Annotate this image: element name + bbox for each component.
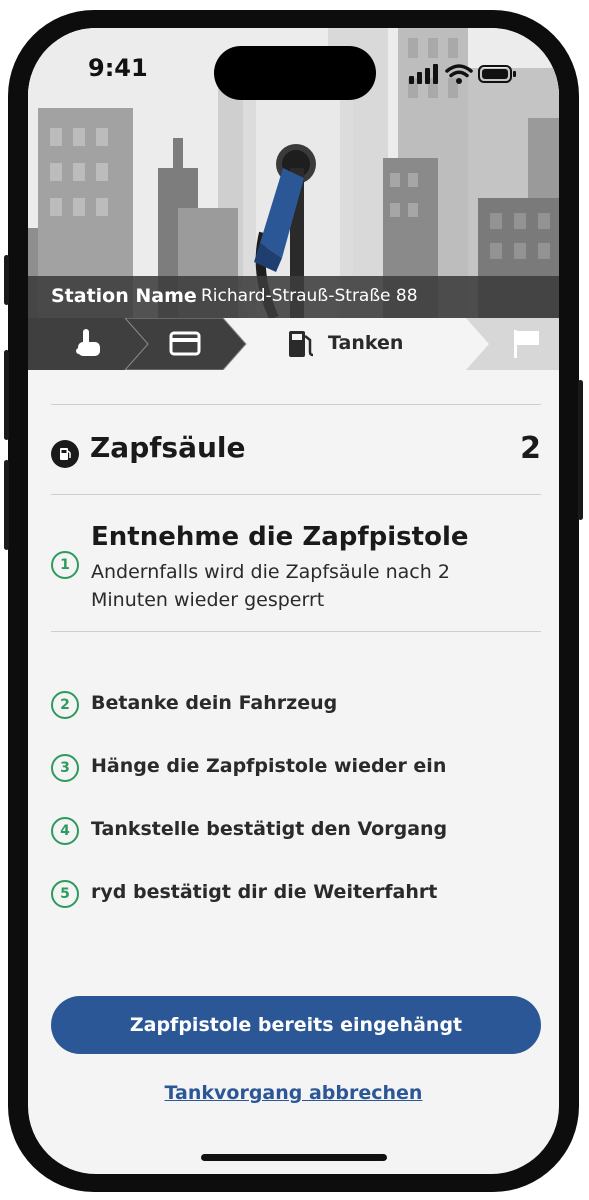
phone-frame: 9:41 Station Name Richard-Strauß-Straße … <box>4 10 583 1192</box>
pump-title: Zapfsäule <box>90 431 246 464</box>
step-number-badge: 4 <box>51 817 79 845</box>
step-number-badge: 2 <box>51 691 79 719</box>
status-icons <box>409 62 519 86</box>
app-screen: 9:41 Station Name Richard-Strauß-Straße … <box>28 28 559 1174</box>
station-address: Richard-Strauß-Straße 88 <box>201 286 418 306</box>
home-indicator[interactable] <box>201 1154 387 1161</box>
step-label: Hänge die Zapfpistole wieder ein <box>91 755 447 777</box>
step-label: ryd bestätigt dir die Weiterfahrt <box>91 881 438 903</box>
current-step-subtitle: Andernfalls wird die Zapfsäule nach 2 Mi… <box>91 561 450 611</box>
station-bar: Station Name Richard-Strauß-Straße 88 <box>28 276 559 318</box>
step-number-badge: 5 <box>51 880 79 908</box>
volume-down-button <box>4 460 9 550</box>
battery-icon <box>478 65 516 83</box>
step-active-label: Tanken <box>328 332 404 354</box>
divider <box>51 494 541 495</box>
divider <box>51 404 541 405</box>
divider <box>51 631 541 632</box>
mute-switch <box>4 255 9 305</box>
cellular-signal-icon <box>409 64 438 84</box>
progress-steps: Tanken <box>28 318 559 370</box>
station-name-label: Station Name <box>51 285 197 307</box>
step-number-badge: 3 <box>51 754 79 782</box>
current-step-title: Entnehme die Zapfpistole <box>91 522 469 552</box>
status-bar: 9:41 <box>28 28 559 108</box>
clock: 9:41 <box>88 54 148 82</box>
power-button <box>578 380 583 520</box>
wifi-icon <box>445 64 473 84</box>
handle-returned-button[interactable]: Zapfpistole bereits eingehängt <box>51 996 541 1054</box>
pump-number: 2 <box>520 431 541 466</box>
step-number-badge: 1 <box>51 551 79 579</box>
fuel-pump-icon <box>51 440 79 468</box>
cancel-refuel-link[interactable]: Tankvorgang abbrechen <box>28 1082 559 1104</box>
step-label: Tankstelle bestätigt den Vorgang <box>91 818 448 840</box>
step-label: Betanke dein Fahrzeug <box>91 692 338 714</box>
dynamic-island <box>214 46 376 100</box>
volume-up-button <box>4 350 9 440</box>
